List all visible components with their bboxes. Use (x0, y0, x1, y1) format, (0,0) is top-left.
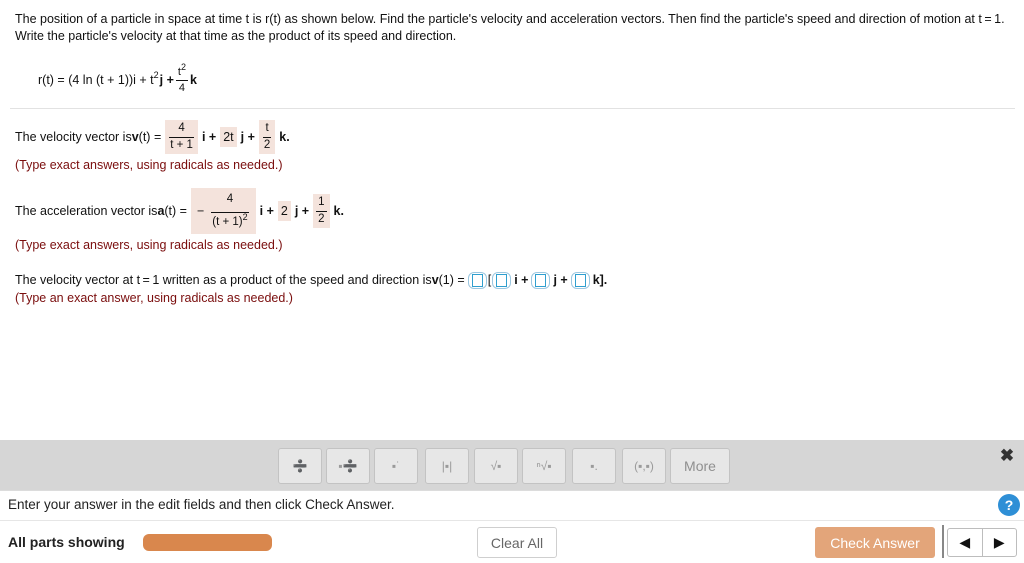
velocity-row: The velocity vector is v (t) = 4 t + 1 i … (15, 118, 290, 156)
velocity-hint: (Type exact answers, using radicals as n… (15, 158, 283, 172)
footer-separator (942, 525, 944, 558)
acceleration-k-answer: 1 2 (313, 194, 330, 228)
velocity-lhs: (t) = (138, 130, 162, 144)
check-answer-button[interactable]: Check Answer (815, 527, 935, 558)
product-k-part: k]. (592, 273, 608, 287)
footer-divider (0, 520, 1024, 521)
direction-k-input-box[interactable] (574, 273, 586, 287)
acceleration-i-denominator-wrap: (t + 1)2 (210, 211, 249, 229)
acceleration-row: The acceleration vector is a (t) = − 4 (t… (15, 188, 344, 234)
product-prefix: The velocity vector at t = 1 written as … (15, 273, 432, 287)
fraction-button[interactable]: ➗ (278, 448, 322, 484)
direction-i-input-box[interactable] (496, 273, 508, 287)
section-divider (10, 108, 1015, 109)
position-t-exponent: 2 (153, 70, 159, 80)
direction-k-answer-field[interactable] (570, 271, 590, 289)
velocity-symbol: v (131, 130, 139, 144)
question-navigation: ◀ ▶ (947, 528, 1017, 557)
velocity-k-answer: t 2 (258, 120, 276, 154)
acceleration-symbol: a (157, 204, 165, 218)
arrow-left-icon: ◀ (959, 534, 971, 550)
velocity-j-part: j + (240, 130, 255, 144)
acceleration-i-part: i + (259, 204, 274, 218)
acceleration-k-numerator: 1 (316, 196, 327, 212)
ordered-pair-button[interactable]: (▪,▪) (622, 448, 666, 484)
product-i-part: i + (514, 273, 529, 287)
acceleration-i-answer: − 4 (t + 1)2 (190, 188, 256, 234)
acceleration-i-fraction: 4 (t + 1)2 (210, 193, 250, 229)
speed-input-box[interactable] (471, 273, 483, 287)
velocity-prefix: The velocity vector is (15, 130, 132, 144)
position-k-numerator-exponent: 2 (180, 61, 186, 72)
acceleration-j-answer: 2 (277, 201, 291, 221)
direction-j-answer-field[interactable] (531, 271, 551, 289)
position-k-fraction: t2 4 (175, 62, 188, 94)
speed-answer-field[interactable] (467, 271, 487, 289)
velocity-i-denominator: t + 1 (170, 138, 193, 151)
instruction-text: Enter your answer in the edit fields and… (8, 497, 395, 512)
arrow-right-icon: ▶ (993, 534, 1005, 550)
clear-all-button[interactable]: Clear All (477, 527, 557, 558)
parts-showing-label: All parts showing (8, 534, 125, 550)
acceleration-hint: (Type exact answers, using radicals as n… (15, 238, 283, 252)
position-function: r(t) = (4 ln (t + 1))i + t2 j + t2 4 k (38, 62, 197, 98)
next-question-button[interactable]: ▶ (981, 529, 1017, 556)
product-symbol: v (431, 273, 439, 287)
velocity-i-answer: 4 t + 1 (165, 120, 198, 154)
mixed-number-icon: ▪➗ (338, 459, 358, 473)
decimal-icon: ▪. (590, 459, 598, 473)
help-icon[interactable]: ? (998, 494, 1020, 516)
velocity-j-answer: 2t (220, 127, 237, 147)
close-icon[interactable]: ✖ (998, 446, 1016, 466)
ordered-pair-icon: (▪,▪) (634, 459, 654, 473)
acceleration-minus: − (196, 204, 205, 218)
acceleration-j-part: j + (294, 204, 310, 218)
velocity-i-part: i + (201, 130, 217, 144)
exponent-button[interactable]: ▪˙ (374, 448, 418, 484)
progress-bar (143, 534, 272, 551)
product-row: The velocity vector at t = 1 written as … (15, 270, 607, 290)
nth-root-button[interactable]: ⁿ√▪ (522, 448, 566, 484)
square-root-icon: √▪ (490, 459, 502, 473)
velocity-k-part: k. (279, 130, 290, 144)
acceleration-prefix: The acceleration vector is (15, 204, 158, 218)
acceleration-k-denominator: 2 (318, 212, 325, 225)
velocity-k-numerator: t (263, 122, 271, 138)
product-hint: (Type an exact answer, using radicals as… (15, 291, 293, 305)
fraction-icon: ➗ (292, 459, 308, 473)
acceleration-i-denominator-exponent: 2 (242, 211, 248, 222)
position-j-part: j + (159, 73, 174, 87)
product-j-part: j + (553, 273, 568, 287)
exponent-icon: ▪˙ (391, 459, 401, 473)
position-lhs: r(t) = (4 ln (t + 1))i + t (38, 73, 154, 87)
more-button[interactable]: More (670, 448, 730, 484)
nth-root-icon: ⁿ√▪ (536, 459, 552, 473)
problem-statement: The position of a particle in space at t… (15, 12, 1005, 43)
acceleration-i-denominator: (t + 1) (212, 215, 243, 228)
absolute-value-icon: |▪| (441, 459, 453, 473)
direction-j-input-box[interactable] (535, 273, 547, 287)
decimal-button[interactable]: ▪. (572, 448, 616, 484)
velocity-k-denominator: 2 (263, 138, 271, 151)
absolute-value-button[interactable]: |▪| (425, 448, 469, 484)
position-k-part: k (190, 73, 197, 87)
product-bracket-open: [ (487, 273, 492, 287)
direction-i-answer-field[interactable] (492, 271, 512, 289)
square-root-button[interactable]: √▪ (474, 448, 518, 484)
previous-question-button[interactable]: ◀ (948, 529, 982, 556)
position-k-denominator: 4 (178, 81, 186, 94)
product-lhs: (1) = (438, 273, 465, 287)
velocity-i-numerator: 4 (169, 122, 194, 138)
acceleration-i-numerator: 4 (210, 193, 250, 213)
acceleration-lhs: (t) = (164, 204, 187, 218)
acceleration-k-part: k. (333, 204, 344, 218)
mixed-number-button[interactable]: ▪➗ (326, 448, 370, 484)
